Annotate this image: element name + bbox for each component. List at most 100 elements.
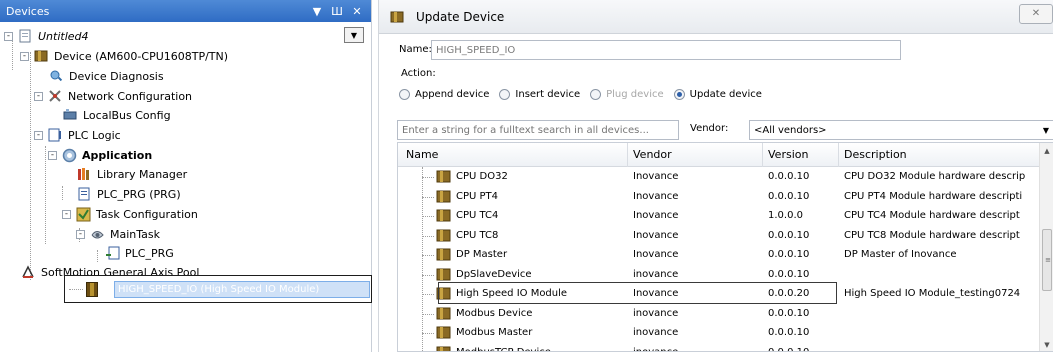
devices-title: Devices	[6, 4, 50, 18]
dropdown-arrow-icon[interactable]: ▼	[309, 5, 325, 18]
tree-label-application: Application	[82, 148, 153, 162]
column-header-description[interactable]: Description	[844, 148, 907, 161]
cell-vendor: Inovance	[633, 190, 679, 202]
update-device-radio[interactable]: Update device	[673, 89, 762, 100]
scroll-thumb[interactable]: ≡	[1042, 229, 1052, 291]
tree-item-localbus-config[interactable]: LocalBus Config	[62, 105, 171, 125]
collapse-icon[interactable]: -	[62, 209, 71, 219]
library-icon	[76, 166, 92, 182]
tree-item-device-diagnosis[interactable]: Device Diagnosis	[48, 66, 164, 86]
close-icon[interactable]: ✕	[349, 5, 365, 18]
vendor-select[interactable]: <All vendors> ▼	[749, 120, 1053, 140]
table-row[interactable]: CPU DO32 Inovance 0.0.0.10 CPU DO32 Module …	[398, 167, 1045, 187]
scroll-down-arrow-icon[interactable]: ▼	[1040, 341, 1053, 349]
cell-vendor: Inovance	[633, 229, 679, 241]
cell-name: CPU DO32	[456, 171, 508, 182]
axis-pool-icon	[20, 264, 36, 280]
device-module-icon	[436, 229, 451, 241]
table-row[interactable]: CPU TC8 Inovance 0.0.0.10 CPU TC8 Module ha…	[398, 226, 1045, 246]
highlighted-row-outline	[438, 282, 837, 304]
tree-item-maintask-plc-prg[interactable]: PLC_PRG	[104, 243, 174, 263]
cell-name: Modbus Master	[456, 327, 533, 338]
vendor-select-value: <All vendors>	[754, 124, 827, 136]
device-icon	[389, 9, 405, 25]
cell-description: DP Master of Inovance	[844, 249, 957, 260]
column-header-vendor[interactable]: Vendor	[633, 148, 672, 161]
tree-item-device[interactable]: - Device (AM600-CPU1608TP/TN)	[20, 46, 228, 66]
tree-item-application[interactable]: - Application	[48, 145, 152, 165]
scroll-up-arrow-icon[interactable]: ▲	[1040, 147, 1053, 155]
action-radio-group: Append device Insert device Plug device …	[399, 89, 772, 100]
cell-vendor: inovance	[633, 268, 679, 280]
collapse-icon[interactable]: -	[34, 91, 43, 101]
network-icon	[47, 88, 63, 104]
cell-name: CPU TC4	[456, 210, 499, 221]
tree-label-device: Device (AM600-CPU1608TP/TN)	[54, 49, 229, 63]
table-scrollbar[interactable]: ▲ ≡ ▼	[1039, 143, 1053, 351]
collapse-icon[interactable]: -	[20, 51, 29, 61]
tree-label-device-diagnosis: Device Diagnosis	[69, 69, 164, 83]
table-header: Name Vendor Version Description	[398, 143, 1053, 167]
insert-device-label: Insert device	[515, 89, 581, 100]
collapse-icon[interactable]: -	[4, 31, 13, 41]
cell-name: CPU PT4	[456, 190, 499, 202]
collapse-icon[interactable]: -	[48, 150, 57, 160]
tree-label-network-configuration: Network Configuration	[68, 89, 193, 103]
cell-vendor: inovance	[633, 327, 679, 338]
cell-version: 1.0.0.0	[768, 210, 803, 221]
name-input[interactable]	[431, 40, 901, 60]
table-row[interactable]: CPU TC4 Inovance 1.0.0.0 CPU TC4 Module har…	[398, 206, 1045, 226]
vendor-label: Vendor:	[690, 123, 729, 134]
table-row[interactable]: Modbus Device inovance 0.0.0.10	[398, 304, 1045, 324]
collapse-icon[interactable]: -	[76, 229, 85, 239]
radio-dot	[590, 89, 602, 100]
plc-logic-icon	[47, 127, 63, 143]
tree-root-untitled4[interactable]: - Untitled4	[4, 26, 89, 46]
plug-device-radio[interactable]: Plug device	[590, 89, 664, 100]
update-device-label: Update device	[689, 89, 762, 100]
tree-item-task-configuration[interactable]: - Task Configuration	[62, 204, 198, 224]
tree-label-localbus-config: LocalBus Config	[83, 108, 171, 122]
device-table: Name Vendor Version Description CPU DO32…	[397, 142, 1053, 352]
cell-version: 0.0.0.10	[768, 346, 810, 352]
radio-dot-selected	[673, 89, 685, 100]
tree-item-network-configuration[interactable]: - Network Configuration	[34, 86, 192, 106]
tree-item-library-manager[interactable]: Library Manager	[76, 164, 187, 184]
cell-vendor: Inovance	[633, 210, 679, 221]
collapse-icon[interactable]: -	[34, 130, 43, 140]
device-module-icon	[436, 170, 451, 183]
device-module-icon	[436, 209, 451, 222]
cell-vendor: inovance	[633, 346, 679, 352]
devices-titlebar: Devices ▼ Ш ✕	[0, 0, 371, 22]
tree-item-plc-prg[interactable]: PLC_PRG (PRG)	[76, 184, 181, 204]
cell-version: 0.0.0.10	[768, 229, 810, 241]
tree-label-untitled4: Untitled4	[38, 29, 89, 43]
fulltext-search-input[interactable]	[397, 120, 679, 140]
tree-dropdown-button[interactable]: ▼	[344, 27, 364, 43]
column-header-version[interactable]: Version	[768, 148, 808, 161]
tree-item-maintask[interactable]: - MainTask	[76, 224, 160, 244]
cell-vendor: inovance	[633, 307, 679, 319]
table-row[interactable]: Modbus Master inovance 0.0.0.10	[398, 323, 1045, 343]
column-header-name[interactable]: Name	[406, 148, 438, 161]
table-row[interactable]: DP Master Inovance 0.0.0.10 DP Master of In…	[398, 245, 1045, 265]
cell-version: 0.0.0.10	[768, 268, 810, 280]
device-module-icon	[436, 248, 451, 261]
cell-name: DP Master	[456, 249, 508, 260]
append-device-radio[interactable]: Append device	[399, 89, 489, 100]
cell-name: DpSlaveDevice	[456, 268, 532, 280]
tree-label-maintask-plc-prg: PLC_PRG	[125, 246, 174, 260]
dialog-close-button[interactable]: ✕	[1019, 4, 1053, 24]
cell-version: 0.0.0.10	[768, 190, 810, 202]
tree-label-plc-logic: PLC Logic	[68, 128, 121, 142]
insert-device-radio[interactable]: Insert device	[499, 89, 580, 100]
tree-item-high-speed-io[interactable]: HIGH_SPEED_IO (High Speed IO Module)	[64, 275, 372, 303]
cell-name: ModbusTCP Device	[456, 346, 551, 352]
tree-item-plc-logic[interactable]: - PLC Logic	[34, 125, 121, 145]
device-module-icon	[436, 326, 451, 339]
cell-description: CPU TC8 Module hardware descript	[844, 229, 1020, 241]
diagnosis-icon	[48, 68, 64, 84]
table-row[interactable]: ModbusTCP Device inovance 0.0.0.10	[398, 343, 1045, 352]
pin-icon[interactable]: Ш	[329, 5, 345, 18]
table-row[interactable]: CPU PT4 Inovance 0.0.0.10 CPU PT4 Module ha…	[398, 187, 1045, 207]
